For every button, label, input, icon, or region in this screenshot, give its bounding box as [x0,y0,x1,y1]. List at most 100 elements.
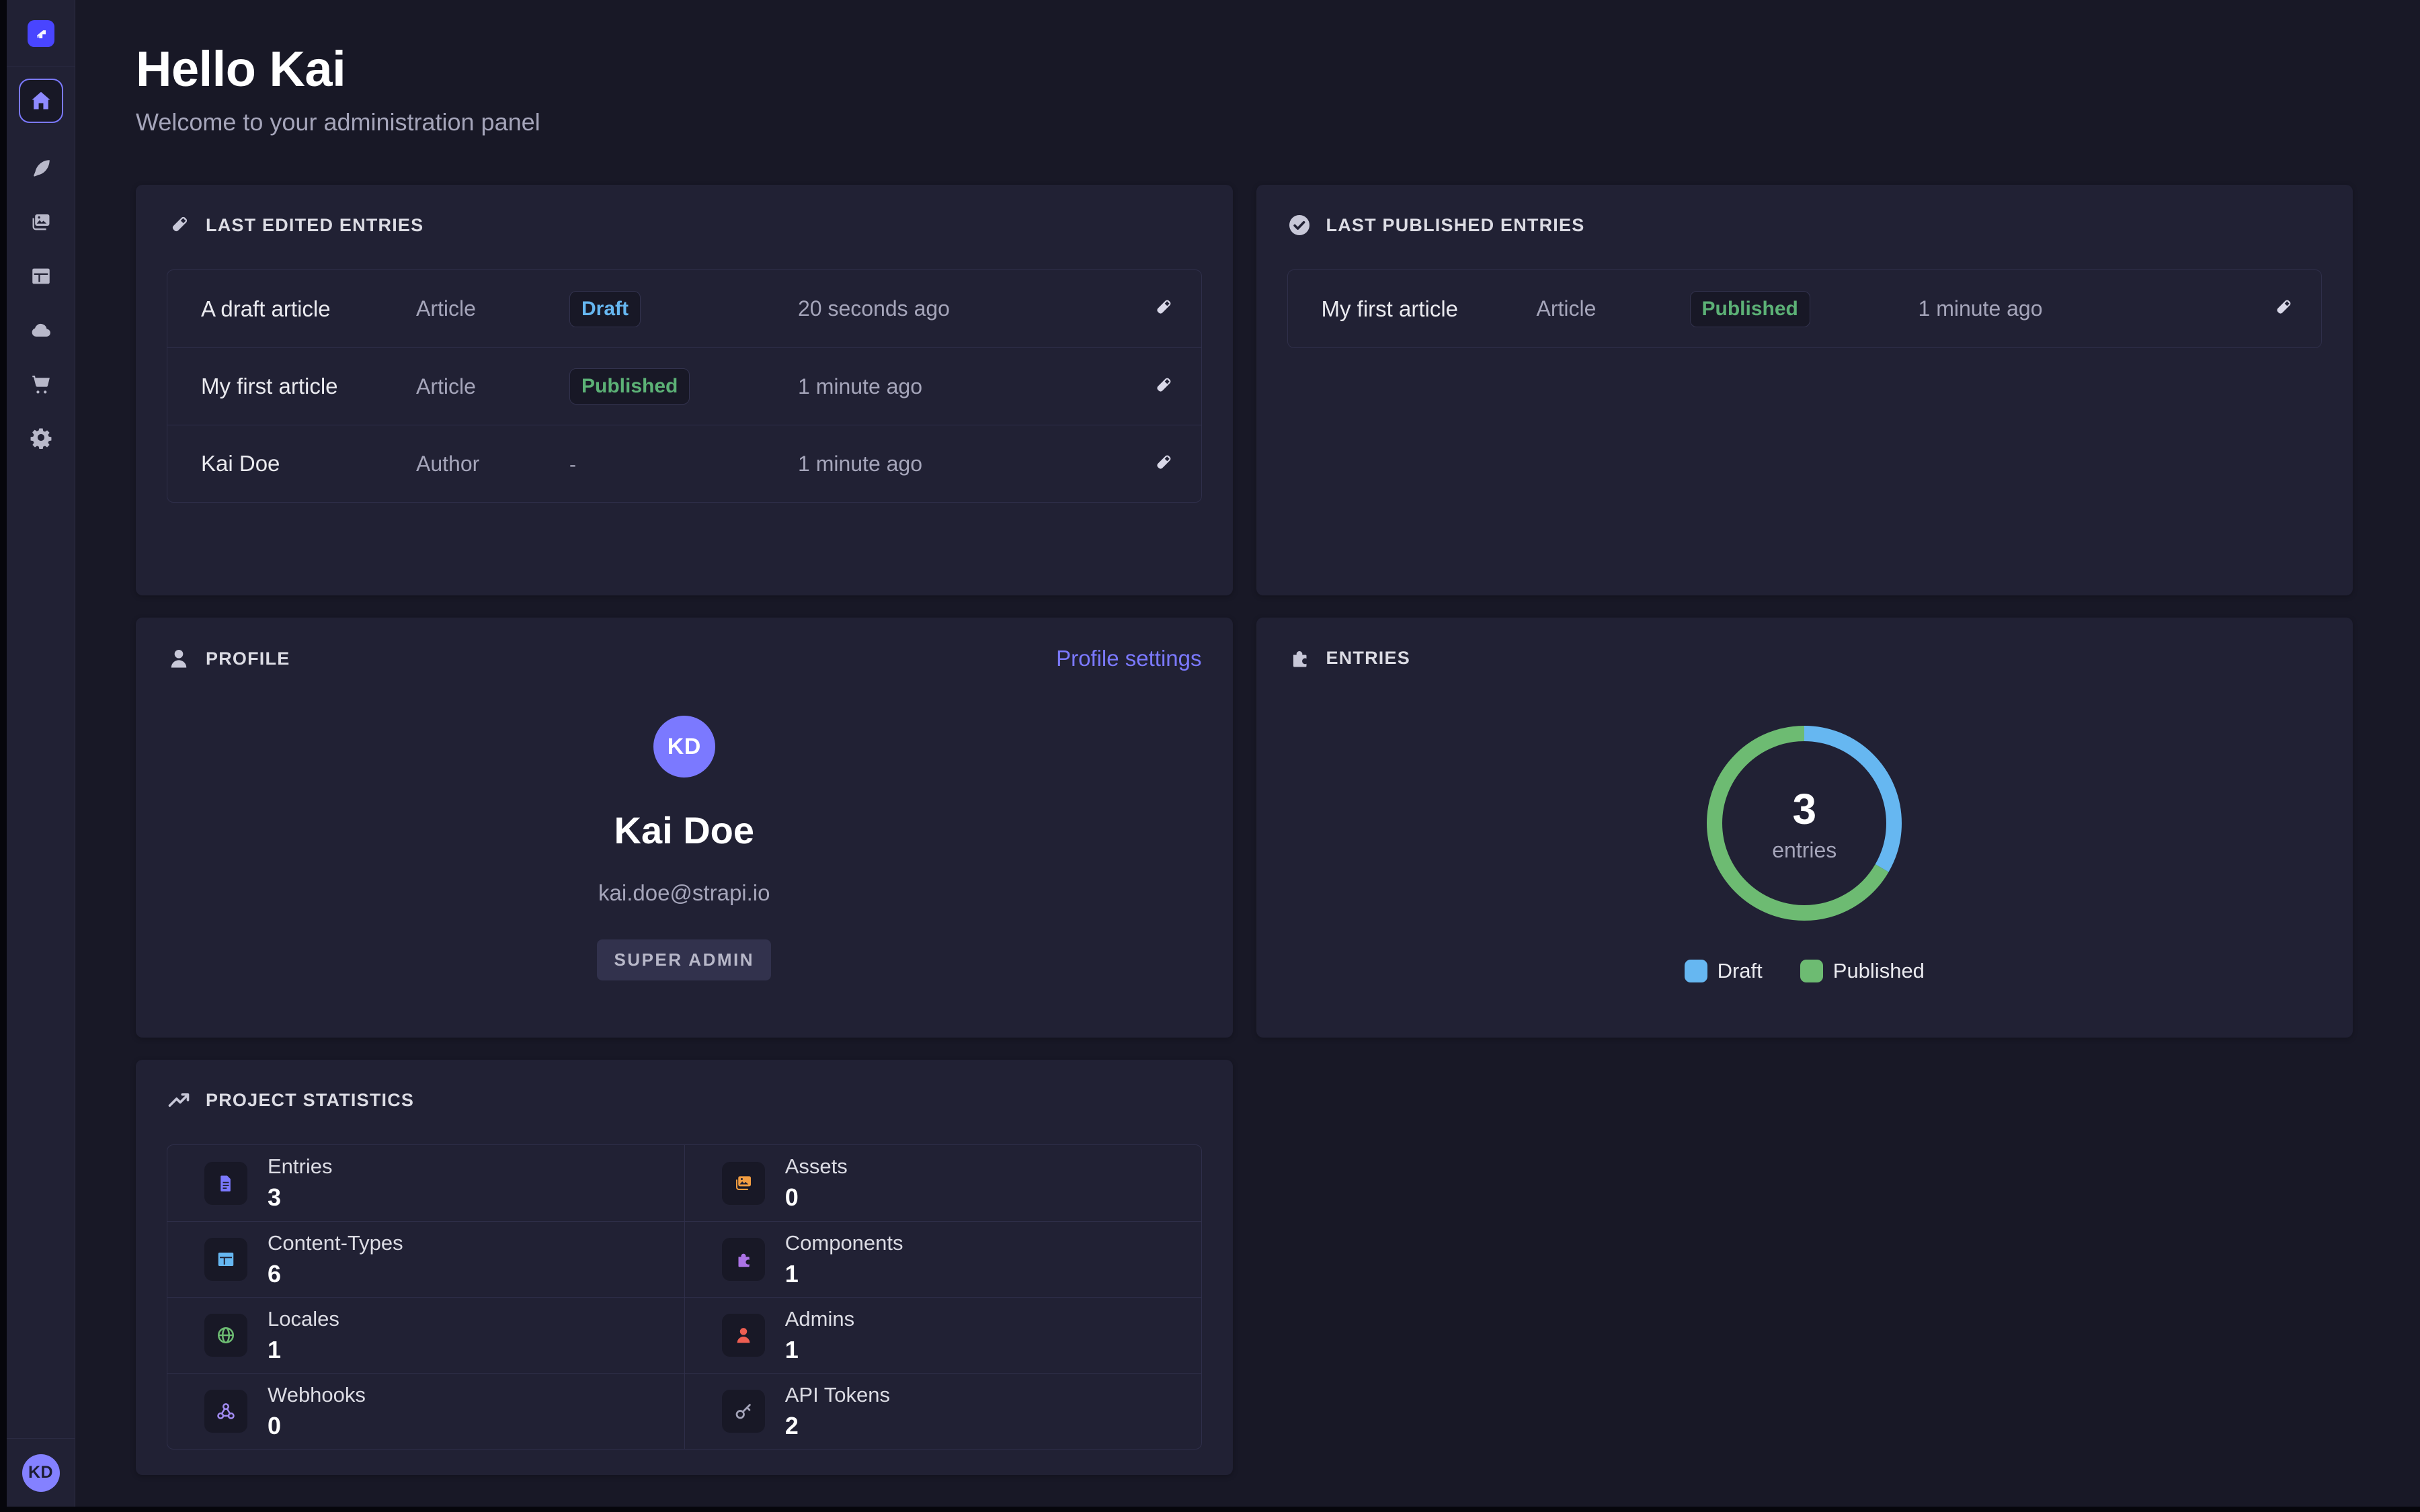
card-title: LAST EDITED ENTRIES [206,215,424,236]
stat-api-tokens: API Tokens 2 [684,1374,1201,1449]
content-type-builder-icon [30,265,52,288]
entry-type: Article [416,296,569,321]
table-row: My first article Article Published 1 min… [1288,270,2322,347]
webhook-icon [204,1390,247,1433]
sidebar-user-section: KD [7,1438,75,1507]
stat-label: Components [785,1231,903,1255]
stat-value: 0 [785,1183,848,1212]
sidebar-item-deploy[interactable] [30,319,52,341]
stat-label: Webhooks [268,1383,366,1406]
stat-label: API Tokens [785,1383,890,1406]
status-badge: Draft [569,291,641,327]
entry-updated-time: 20 seconds ago [798,296,1127,321]
entry-type: Article [416,374,569,399]
globe-icon [204,1314,247,1357]
sidebar-logo-section [7,0,75,67]
status-badge: Published [569,368,690,405]
published-swatch [1800,960,1823,982]
file-icon [204,1162,247,1205]
role-badge: SUPER ADMIN [597,939,771,980]
stat-assets: Assets 0 [684,1145,1201,1221]
entries-total: 3 [1792,784,1816,834]
user-icon [722,1314,765,1357]
card-header: ENTRIES [1287,646,2323,670]
stat-content-types: Content-Types6 [167,1222,684,1297]
profile-body: KD Kai Doe kai.doe@strapi.io SUPER ADMIN [167,671,1202,980]
donut-center-label: 3 entries [1703,722,1905,924]
entries-chart-card: ENTRIES 3 entries [1256,618,2353,1038]
stat-admins: Admins1 [684,1298,1201,1373]
sidebar-item-content-type-builder[interactable] [30,265,52,288]
sidebar-item-settings[interactable] [30,426,52,449]
puzzle-icon [1287,646,1312,670]
admin-panel: KD Hello Kai Welcome to your administrat… [7,0,2420,1507]
key-icon [722,1390,765,1433]
profile-name: Kai Doe [614,808,755,852]
layout-icon [204,1238,247,1281]
sidebar-item-content-manager[interactable] [30,157,52,180]
stat-value: 1 [268,1336,339,1364]
user-avatar[interactable]: KD [22,1454,60,1492]
pencil-icon [1152,374,1174,397]
cloud-icon [30,319,52,341]
entry-updated-time: 1 minute ago [798,452,1127,476]
sidebar-item-marketplace[interactable] [30,372,52,395]
table-row: Kai Doe Author - 1 minute ago [167,425,1201,502]
images-icon [722,1162,765,1205]
pencil-icon [1152,452,1174,474]
marketplace-cart-icon [30,372,52,395]
user-icon [167,646,191,671]
status-badge: Published [1690,291,1810,327]
check-circle-icon [1287,213,1312,237]
entry-type: Article [1537,296,1690,321]
page-subtitle: Welcome to your administration panel [136,108,2353,136]
edit-entry-button[interactable] [1152,296,1174,321]
stat-value: 3 [268,1183,332,1212]
stat-label: Content-Types [268,1231,403,1255]
profile-email: kai.doe@strapi.io [598,880,770,906]
stat-webhooks: Webhooks0 [167,1374,684,1449]
stat-value: 1 [785,1260,903,1288]
card-title: ENTRIES [1326,648,1410,669]
entry-name[interactable]: Kai Doe [201,451,416,476]
pencil-icon [2271,296,2294,319]
edit-entry-button[interactable] [1152,452,1174,476]
profile-avatar: KD [653,716,715,778]
profile-settings-link[interactable]: Profile settings [1056,646,1201,671]
strapi-logo[interactable] [28,20,54,47]
last-edited-table: A draft article Article Draft 20 seconds… [167,269,1202,503]
chart-legend: Draft Published [1685,959,1925,983]
pencil-icon [1152,296,1174,319]
entries-donut-chart: 3 entries [1703,722,1905,924]
stat-label: Assets [785,1154,848,1178]
card-title: PROJECT STATISTICS [206,1090,414,1111]
statistics-table: Entries3 Assets 0 Content-Types6 [167,1144,1202,1450]
card-header: LAST PUBLISHED ENTRIES [1287,213,2323,237]
edit-entry-button[interactable] [1152,374,1174,399]
draft-swatch [1685,960,1707,982]
entry-updated-time: 1 minute ago [1919,296,2248,321]
stat-label: Locales [268,1307,339,1331]
table-row: My first article Article Published 1 min… [167,347,1201,425]
entries-chart-body: 3 entries Draft Published [1287,670,2323,983]
stat-value: 2 [785,1412,890,1440]
edit-entry-button[interactable] [2271,296,2294,321]
entries-caption: entries [1772,838,1837,863]
media-library-icon [30,211,52,234]
card-header: LAST EDITED ENTRIES [167,213,1202,237]
project-statistics-card: PROJECT STATISTICS Entries3 Assets 0 [136,1060,1233,1475]
dashboard-grid: LAST EDITED ENTRIES A draft article Arti… [136,185,2353,1475]
last-published-entries-card: LAST PUBLISHED ENTRIES My first article … [1256,185,2353,595]
stat-locales: Locales 1 [167,1298,684,1373]
table-row: A draft article Article Draft 20 seconds… [167,270,1201,347]
sidebar-item-home[interactable] [19,79,63,123]
sidebar: KD [7,0,75,1507]
status-badge: - [569,454,576,476]
entry-name[interactable]: My first article [201,374,416,399]
stat-entries: Entries3 [167,1145,684,1221]
sidebar-item-media-library[interactable] [30,211,52,234]
entry-name[interactable]: My first article [1322,296,1537,322]
legend-label: Published [1833,959,1925,983]
entry-name[interactable]: A draft article [201,296,416,322]
legend-label: Draft [1718,959,1763,983]
